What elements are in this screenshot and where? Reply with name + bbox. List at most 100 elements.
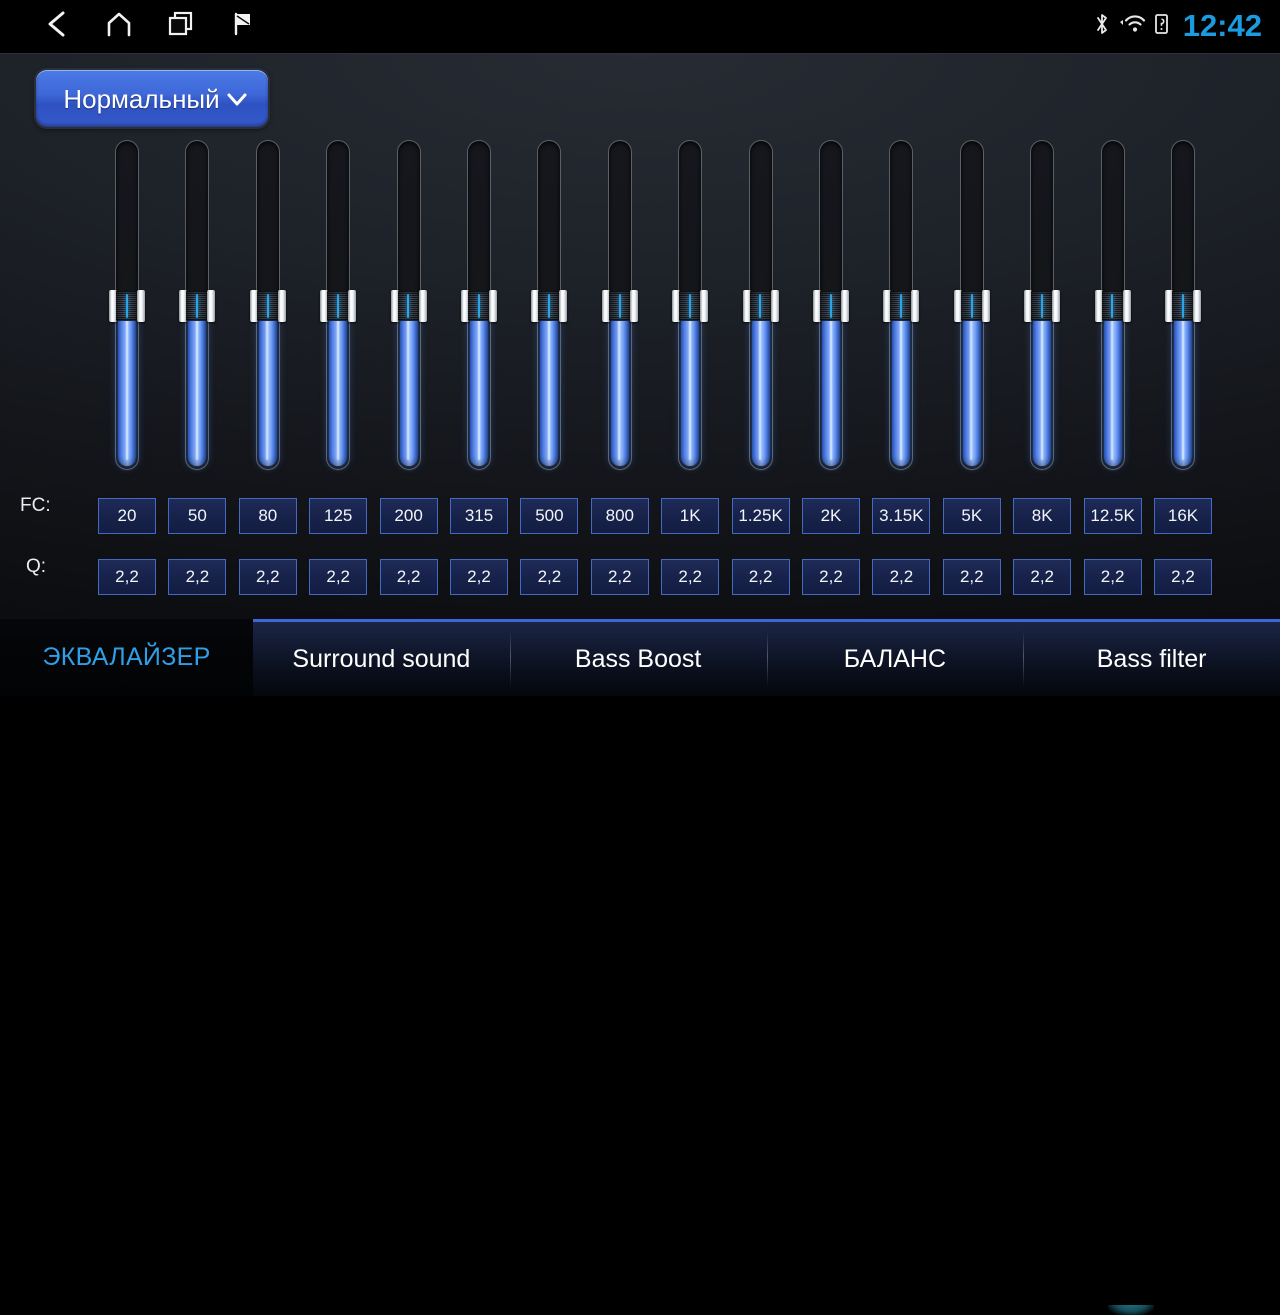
fc-value-band-6[interactable]: 315 (450, 498, 508, 534)
home-button[interactable] (88, 0, 150, 53)
thumb-barrel (1101, 291, 1124, 322)
eq-slider-fill (118, 304, 136, 466)
eq-slider-thumb[interactable] (461, 290, 497, 323)
q-value-band-14[interactable]: 2,2 (1013, 559, 1072, 595)
q-value-band-8[interactable]: 2,2 (590, 559, 649, 595)
eq-slider-thumb[interactable] (1024, 290, 1061, 323)
eq-slider-band-6[interactable] (461, 140, 497, 470)
eq-slider-band-14[interactable] (1024, 140, 1061, 470)
fc-value-band-2[interactable]: 50 (168, 498, 227, 534)
q-value-band-6[interactable]: 2,2 (450, 559, 508, 595)
q-value-band-13[interactable]: 2,2 (942, 559, 1001, 595)
eq-slider-band-12[interactable] (883, 140, 920, 470)
fc-value-band-7[interactable]: 500 (520, 498, 579, 534)
eq-slider-band-1[interactable] (109, 140, 145, 470)
fc-value-band-16[interactable]: 16K (1154, 498, 1212, 534)
tab-bass-boost[interactable]: Bass Boost (509, 622, 767, 696)
eq-slider-band-15[interactable] (1094, 140, 1131, 470)
q-value-band-4[interactable]: 2,2 (309, 559, 368, 595)
q-value-band-16[interactable]: 2,2 (1154, 559, 1212, 595)
tab-bass-filter[interactable]: Bass filter (1023, 622, 1280, 696)
eq-slider-fill (822, 304, 840, 466)
fc-value-band-14[interactable]: 8K (1013, 498, 1072, 534)
eq-slider-band-2[interactable] (179, 140, 216, 470)
fc-value-band-10[interactable]: 1.25K (731, 498, 790, 534)
fc-value-band-3[interactable]: 80 (238, 498, 297, 534)
eq-slider-thumb[interactable] (953, 290, 990, 323)
eq-slider-band-7[interactable] (531, 140, 568, 470)
thumb-barrel (960, 291, 983, 322)
eq-slider-fill (470, 304, 488, 466)
eq-slider-band-8[interactable] (601, 140, 638, 470)
q-value-band-11[interactable]: 2,2 (802, 559, 860, 595)
eq-slider-thumb[interactable] (531, 290, 568, 323)
thumb-cap-right (277, 290, 286, 323)
fc-value-band-1[interactable]: 20 (98, 498, 156, 534)
eq-slider-thumb[interactable] (813, 290, 849, 323)
eq-slider-thumb[interactable] (179, 290, 216, 323)
fc-value-band-15[interactable]: 12.5K (1083, 498, 1142, 534)
thumb-barrel (256, 291, 279, 322)
recents-button[interactable] (150, 0, 212, 53)
eq-slider-band-4[interactable] (320, 140, 357, 470)
fc-value-band-5[interactable]: 200 (379, 498, 438, 534)
fc-value-band-11[interactable]: 2K (802, 498, 860, 534)
fc-value-band-12[interactable]: 3.15K (872, 498, 931, 534)
eq-slider-thumb[interactable] (390, 290, 427, 323)
q-value-band-1[interactable]: 2,2 (98, 559, 156, 595)
thumb-cap-right (981, 290, 990, 323)
fc-value-band-9[interactable]: 1K (661, 498, 720, 534)
eq-slider-band-3[interactable] (249, 140, 286, 470)
eq-slider-thumb[interactable] (883, 290, 920, 323)
tab-баланс[interactable]: БАЛАНС (766, 622, 1024, 696)
thumb-cap-right (911, 290, 920, 323)
equalizer-sliders (0, 53, 1280, 619)
eq-slider-thumb[interactable] (1094, 290, 1131, 323)
eq-slider-thumb[interactable] (601, 290, 638, 323)
eq-slider-band-9[interactable] (672, 140, 709, 470)
eq-slider-band-16[interactable] (1165, 140, 1201, 470)
thumb-barrel (820, 291, 842, 322)
q-value-band-5[interactable]: 2,2 (379, 559, 438, 595)
q-value-band-15[interactable]: 2,2 (1083, 559, 1142, 595)
thumb-cap-right (348, 290, 357, 323)
q-value-band-3[interactable]: 2,2 (238, 559, 297, 595)
q-value-band-12[interactable]: 2,2 (872, 559, 931, 595)
system-indicators: 12:42 (1094, 0, 1262, 53)
thumb-barrel (397, 291, 420, 322)
back-button[interactable] (26, 0, 88, 53)
eq-slider-band-11[interactable] (813, 140, 849, 470)
q-value-band-7[interactable]: 2,2 (520, 559, 579, 595)
q-value-band-9[interactable]: 2,2 (661, 559, 720, 595)
eq-slider-fill (751, 304, 770, 466)
q-value-band-10[interactable]: 2,2 (731, 559, 790, 595)
tab-surround-sound[interactable]: Surround sound (253, 622, 510, 696)
eq-slider-band-10[interactable] (742, 140, 779, 470)
tab-equalizer[interactable]: ЭКВАЛАЙЗЕР (0, 619, 253, 696)
fc-value-band-8[interactable]: 800 (590, 498, 649, 534)
eq-slider-thumb[interactable] (320, 290, 357, 323)
fc-value-band-4[interactable]: 125 (309, 498, 368, 534)
tab-label: Bass filter (1096, 644, 1207, 673)
eq-slider-thumb[interactable] (109, 290, 145, 323)
eq-slider-fill (258, 304, 277, 466)
q-row-label: Q: (26, 556, 47, 577)
tab-label: Surround sound (292, 644, 471, 673)
eq-slider-fill (1174, 304, 1192, 466)
fc-value-band-13[interactable]: 5K (942, 498, 1001, 534)
eq-slider-thumb[interactable] (742, 290, 779, 323)
eq-slider-thumb[interactable] (249, 290, 286, 323)
q-value-band-2[interactable]: 2,2 (168, 559, 227, 595)
thumb-barrel (186, 291, 209, 322)
tab-bar: ЭКВАЛАЙЗЕР Surround sound Bass Boost БАЛАН… (0, 619, 1280, 1315)
thumb-barrel (890, 291, 913, 322)
thumb-cap-right (489, 290, 497, 323)
eq-slider-fill (892, 304, 911, 466)
flag-button[interactable] (212, 0, 274, 53)
eq-slider-thumb[interactable] (672, 290, 709, 323)
eq-slider-band-5[interactable] (390, 140, 427, 470)
eq-slider-band-13[interactable] (953, 140, 990, 470)
eq-slider-thumb[interactable] (1165, 290, 1201, 323)
eq-slider-fill (962, 304, 981, 466)
tab-label: Bass Boost (574, 644, 702, 673)
